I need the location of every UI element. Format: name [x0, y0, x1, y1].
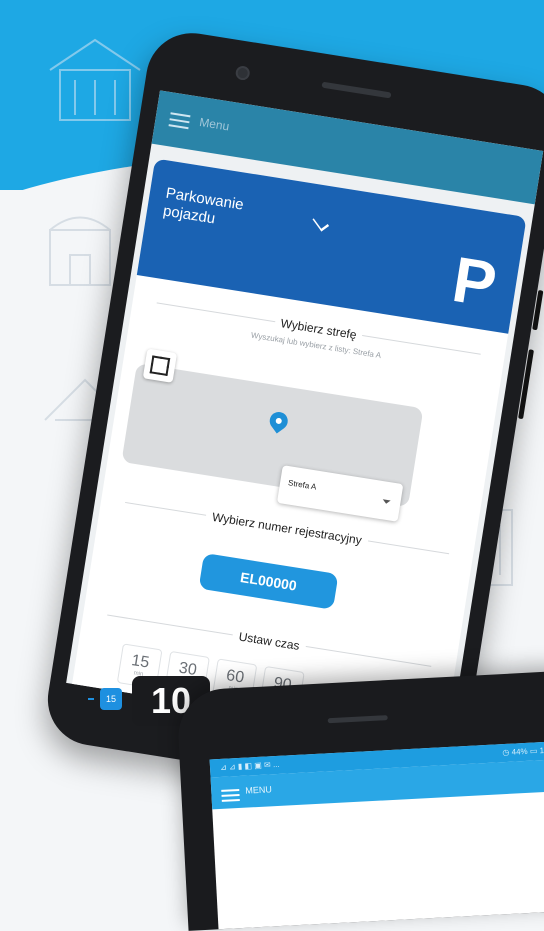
- expand-icon[interactable]: [142, 348, 178, 383]
- parking-card: Parkowanie pojazdu P Wybierz strefę Wysz…: [67, 158, 527, 744]
- status-clock: ◷ 44% ▭ 13:02: [502, 745, 544, 758]
- menu-label[interactable]: MENU: [245, 784, 272, 795]
- map-pin-icon: [266, 408, 292, 434]
- phone-screen: Menu Parkowanie pojazdu P Wybierz strefę…: [66, 90, 544, 744]
- counter-dash: [88, 698, 94, 700]
- plate-section-title: Wybierz numer rejestracyjny: [205, 508, 369, 549]
- zone-select[interactable]: Strefa A: [276, 465, 404, 522]
- time-section-title: Ustaw czas: [231, 628, 307, 654]
- counter-badge: 15: [100, 688, 122, 710]
- speaker-grille: [321, 81, 392, 99]
- app-bar-title: Menu: [198, 114, 231, 134]
- second-phone: ⊿ ⊿ ▮ ◧ ▣ ✉ ... ◷ 44% ▭ 13:02 MENU: [176, 669, 544, 931]
- hamburger-icon[interactable]: [168, 108, 191, 133]
- chevron-down-icon[interactable]: [312, 213, 330, 232]
- power-button: [518, 349, 534, 420]
- zone-select-value: Strefa A: [287, 478, 318, 492]
- plate-button[interactable]: EL00000: [198, 552, 339, 610]
- parking-p-icon: P: [447, 242, 502, 321]
- hamburger-icon[interactable]: [221, 786, 240, 805]
- status-icons: ⊿ ⊿ ▮ ◧ ▣ ✉ ...: [219, 759, 280, 772]
- zone-map[interactable]: Strefa A: [121, 348, 424, 522]
- camera-icon: [234, 65, 251, 82]
- speaker-grille: [327, 715, 388, 724]
- card-title: Parkowanie pojazdu: [161, 184, 245, 228]
- caret-down-icon: [382, 499, 391, 505]
- building-sketch-icon: [49, 38, 141, 121]
- second-phone-screen: ⊿ ⊿ ▮ ◧ ▣ ✉ ... ◷ 44% ▭ 13:02 MENU: [209, 740, 544, 930]
- volume-button: [532, 289, 544, 331]
